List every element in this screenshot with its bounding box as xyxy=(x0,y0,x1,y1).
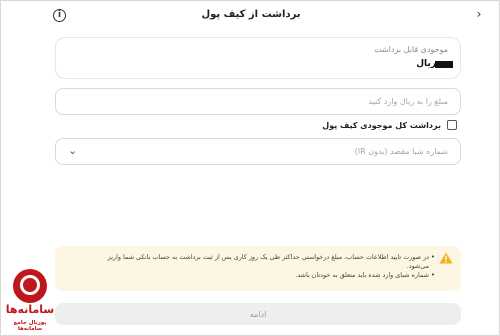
iban-select[interactable]: شماره شبا مقصد (بدون IR) ⌄ xyxy=(55,138,461,165)
amount-field[interactable] xyxy=(55,88,461,115)
warning-item: شماره شبای وارد شده باید متعلق به خودتان… xyxy=(105,271,435,280)
withdraw-all-row[interactable]: برداشت کل موجودی کیف پول xyxy=(322,119,457,131)
withdraw-all-checkbox[interactable] xyxy=(447,120,457,130)
amount-input[interactable] xyxy=(56,89,460,114)
balance-card: موجودی قابل برداشت ریال xyxy=(55,37,461,79)
header: i برداشت از کیف پول › xyxy=(1,1,500,31)
warning-item: در صورت تایید اطلاعات حساب، مبلغ درخواست… xyxy=(105,253,435,271)
samaneha-emblem-icon xyxy=(13,269,47,303)
watermark-logo: سامانه‌ها پورتال جامع سامانه‌ها xyxy=(5,269,55,333)
warning-list: در صورت تایید اطلاعات حساب، مبلغ درخواست… xyxy=(105,253,435,280)
balance-currency: ریال xyxy=(416,59,436,69)
redacted-amount xyxy=(435,61,453,68)
warning-box: در صورت تایید اطلاعات حساب، مبلغ درخواست… xyxy=(55,246,461,291)
chevron-down-icon[interactable]: ⌄ xyxy=(68,144,77,157)
warning-triangle-icon xyxy=(439,252,453,264)
app-window: i برداشت از کیف پول › موجودی قابل برداشت… xyxy=(0,0,500,336)
chevron-right-icon[interactable]: › xyxy=(471,6,487,22)
watermark-tagline: پورتال جامع سامانه‌ها xyxy=(13,320,47,332)
iban-placeholder: شماره شبا مقصد (بدون IR) xyxy=(354,147,448,156)
continue-button[interactable]: ادامه xyxy=(55,303,461,325)
page-title: برداشت از کیف پول xyxy=(201,9,301,20)
withdraw-all-label[interactable]: برداشت کل موجودی کیف پول xyxy=(322,121,441,130)
watermark-brand: سامانه‌ها xyxy=(5,303,55,316)
balance-label: موجودی قابل برداشت xyxy=(374,45,448,54)
